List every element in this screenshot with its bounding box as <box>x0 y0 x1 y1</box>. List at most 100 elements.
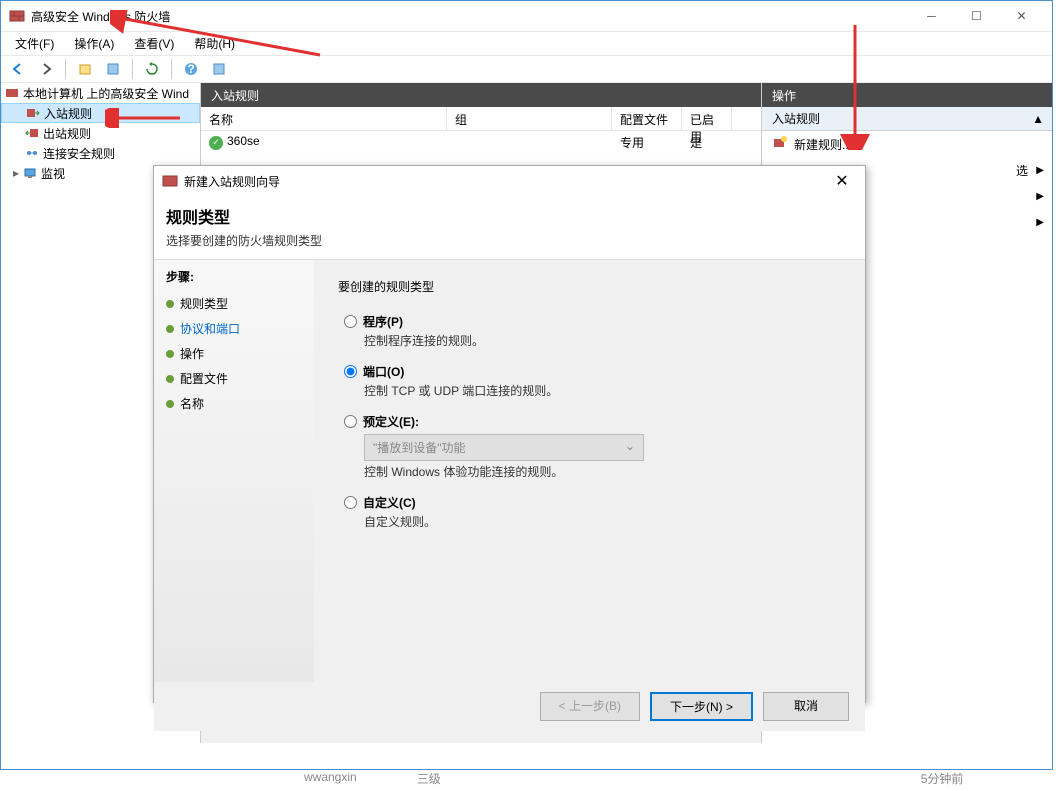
tree-outbound[interactable]: 出站规则 <box>1 123 200 143</box>
refresh-button[interactable] <box>141 58 163 80</box>
action-filter-label: 选 <box>1016 162 1028 179</box>
tree-inbound[interactable]: 入站规则 <box>1 103 200 123</box>
maximize-button[interactable]: ☐ <box>954 1 999 31</box>
back-button[interactable] <box>7 58 29 80</box>
nav-rule-type[interactable]: 规则类型 <box>160 291 308 316</box>
radio-port-input[interactable] <box>344 365 357 378</box>
dialog-body: 步骤: 规则类型 协议和端口 操作 配置文件 名称 要创建的规则类型 程序(P)… <box>154 260 865 682</box>
check-icon: ✓ <box>209 136 223 150</box>
properties-button[interactable] <box>102 58 124 80</box>
actions-sub-label: 入站规则 <box>772 110 820 127</box>
actions-sub-header[interactable]: 入站规则 ▲ <box>762 107 1052 131</box>
chevron-right-icon: ▶ <box>1036 191 1044 202</box>
tree-inbound-label: 入站规则 <box>44 105 92 122</box>
nav-profile[interactable]: 配置文件 <box>160 366 308 391</box>
action-new-rule[interactable]: 新建规则... <box>762 131 1052 157</box>
nav-action[interactable]: 操作 <box>160 341 308 366</box>
radio-predefined[interactable]: 预定义(E): <box>344 413 841 430</box>
firewall-icon <box>5 86 19 100</box>
bullet-icon <box>166 350 174 358</box>
nav-name[interactable]: 名称 <box>160 391 308 416</box>
titlebar: 高级安全 Windows 防火墙 ─ ☐ ✕ <box>1 1 1052 31</box>
back-button: < 上一步(B) <box>540 692 640 721</box>
nav-protocol[interactable]: 协议和端口 <box>160 316 308 341</box>
actions-header: 操作 <box>762 83 1052 107</box>
col-name[interactable]: 名称 <box>201 107 447 130</box>
page-footer: wwangxin 三级 5分钟前 <box>300 766 967 791</box>
new-rule-icon <box>772 135 788 154</box>
rule-enabled: 是 <box>682 132 732 153</box>
tree-connection[interactable]: 连接安全规则 <box>1 143 200 163</box>
cancel-button[interactable]: 取消 <box>763 692 849 721</box>
radio-predefined-input[interactable] <box>344 415 357 428</box>
list-row[interactable]: ✓ 360se 专用 是 <box>201 131 761 153</box>
dialog-titlebar: 新建入站规则向导 ✕ <box>154 166 865 196</box>
forward-button[interactable] <box>35 58 57 80</box>
outbound-icon <box>25 126 39 140</box>
dialog-header: 规则类型 选择要创建的防火墙规则类型 <box>154 196 865 260</box>
tree-root[interactable]: 本地计算机 上的高级安全 Wind <box>1 83 200 103</box>
menu-view[interactable]: 查看(V) <box>126 33 182 54</box>
next-button[interactable]: 下一步(N) > <box>650 692 753 721</box>
radio-group: 程序(P) 控制程序连接的规则。 端口(O) 控制 TCP 或 UDP 端口连接… <box>344 313 841 530</box>
minimize-button[interactable]: ─ <box>909 1 954 31</box>
monitor-icon <box>23 166 37 180</box>
dialog-steps-nav: 步骤: 规则类型 协议和端口 操作 配置文件 名称 <box>154 260 314 682</box>
help-button[interactable]: ? <box>180 58 202 80</box>
dialog-content: 要创建的规则类型 程序(P) 控制程序连接的规则。 端口(O) 控制 TCP 或… <box>314 260 865 682</box>
close-button[interactable]: ✕ <box>999 1 1044 31</box>
collapse-icon[interactable]: ▲ <box>1032 112 1044 126</box>
dialog-heading: 规则类型 <box>166 204 853 228</box>
radio-program-desc: 控制程序连接的规则。 <box>364 332 841 349</box>
toolbar: ? <box>1 55 1052 83</box>
col-enabled[interactable]: 已启用 <box>682 107 732 130</box>
dialog-subheading: 选择要创建的防火墙规则类型 <box>166 232 853 249</box>
tree-outbound-label: 出站规则 <box>43 125 91 142</box>
svg-text:?: ? <box>187 62 194 76</box>
rules-header: 入站规则 <box>201 83 761 107</box>
radio-predefined-desc: 控制 Windows 体验功能连接的规则。 <box>364 463 841 480</box>
chevron-right-icon: ▶ <box>1036 217 1044 228</box>
action-new-rule-label: 新建规则... <box>794 136 852 153</box>
dialog-buttons: < 上一步(B) 下一步(N) > 取消 <box>154 682 865 731</box>
connection-icon <box>25 146 39 160</box>
tree-monitor-label: 监视 <box>41 165 65 182</box>
footer-user: wwangxin <box>304 770 357 787</box>
list-header: 名称 组 配置文件 已启用 <box>201 107 761 131</box>
radio-custom-desc: 自定义规则。 <box>364 513 841 530</box>
rule-profile: 专用 <box>612 132 682 153</box>
footer-time: 5分钟前 <box>921 770 964 787</box>
radio-program[interactable]: 程序(P) <box>344 313 841 330</box>
radio-port[interactable]: 端口(O) <box>344 363 841 380</box>
chevron-down-icon: ⌄ <box>625 439 635 456</box>
radio-program-input[interactable] <box>344 315 357 328</box>
tree-connection-label: 连接安全规则 <box>43 145 115 162</box>
menu-help[interactable]: 帮助(H) <box>186 33 243 54</box>
menu-file[interactable]: 文件(F) <box>7 33 62 54</box>
window-title: 高级安全 Windows 防火墙 <box>31 8 909 25</box>
export-button[interactable] <box>208 58 230 80</box>
expand-icon[interactable]: ▸ <box>13 166 19 180</box>
nav-title: 步骤: <box>160 268 308 285</box>
bullet-icon <box>166 400 174 408</box>
menu-action[interactable]: 操作(A) <box>66 33 122 54</box>
bullet-icon <box>166 325 174 333</box>
new-rule-wizard-dialog: 新建入站规则向导 ✕ 规则类型 选择要创建的防火墙规则类型 步骤: 规则类型 协… <box>153 165 866 703</box>
dialog-title: 新建入站规则向导 <box>184 173 827 190</box>
radio-custom[interactable]: 自定义(C) <box>344 494 841 511</box>
bullet-icon <box>166 375 174 383</box>
col-group[interactable]: 组 <box>447 107 612 130</box>
rule-name: 360se <box>227 134 260 148</box>
window-controls: ─ ☐ ✕ <box>909 1 1044 31</box>
col-profile[interactable]: 配置文件 <box>612 107 682 130</box>
chevron-right-icon: ▶ <box>1036 165 1044 176</box>
radio-port-desc: 控制 TCP 或 UDP 端口连接的规则。 <box>364 382 841 399</box>
menubar: 文件(F) 操作(A) 查看(V) 帮助(H) <box>1 31 1052 55</box>
up-button[interactable] <box>74 58 96 80</box>
firewall-icon <box>9 8 25 24</box>
footer-level: 三级 <box>417 770 441 787</box>
radio-custom-input[interactable] <box>344 496 357 509</box>
tree-root-label: 本地计算机 上的高级安全 Wind <box>23 85 189 102</box>
dialog-close-button[interactable]: ✕ <box>827 166 857 196</box>
bullet-icon <box>166 300 174 308</box>
